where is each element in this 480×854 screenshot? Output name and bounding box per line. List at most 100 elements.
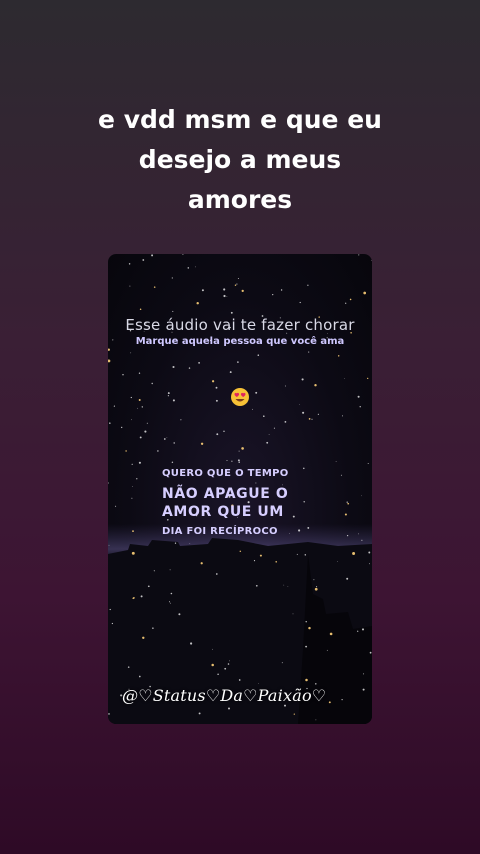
star <box>223 430 225 433</box>
star <box>275 561 277 563</box>
star <box>223 294 226 298</box>
star <box>215 573 218 575</box>
star <box>109 608 111 611</box>
star <box>308 351 310 353</box>
star <box>168 601 171 603</box>
star <box>188 367 191 369</box>
star <box>346 577 349 580</box>
shared-post-card[interactable]: Esse áudio vai te fazer chorar Marque aq… <box>108 254 372 724</box>
star <box>167 392 170 395</box>
star <box>358 254 360 256</box>
star <box>238 679 241 681</box>
star <box>315 719 317 721</box>
star <box>367 463 369 464</box>
caption-line-2: desejo a meus <box>138 145 342 174</box>
star <box>362 688 365 691</box>
star <box>237 459 240 462</box>
story-caption: e vdd msm e que eu desejo a meus amores <box>0 100 480 220</box>
star <box>273 427 275 429</box>
star <box>284 421 287 423</box>
star <box>173 442 175 444</box>
star <box>132 486 133 487</box>
caption-line-3: amores <box>187 185 293 214</box>
star <box>113 405 115 407</box>
star <box>238 450 240 452</box>
star <box>108 482 109 484</box>
star <box>226 459 228 462</box>
star <box>308 418 311 420</box>
star <box>326 649 328 651</box>
star <box>127 666 130 668</box>
star <box>147 585 150 588</box>
star <box>363 673 365 675</box>
star <box>133 597 135 599</box>
star <box>316 586 318 588</box>
star <box>259 554 262 557</box>
star <box>239 550 242 553</box>
star <box>141 406 143 408</box>
star <box>201 289 204 292</box>
star <box>109 422 111 424</box>
star <box>108 348 110 351</box>
star <box>236 283 238 285</box>
star <box>359 406 361 408</box>
star <box>215 386 218 389</box>
quote-line-1: QUERO QUE O TEMPO <box>162 468 289 479</box>
star <box>307 284 309 286</box>
star <box>268 434 270 435</box>
star <box>140 595 143 598</box>
star <box>368 551 371 554</box>
star <box>237 277 239 280</box>
quote-text: QUERO QUE O TEMPO NÃO APAGUE O AMOR QUE … <box>162 468 362 537</box>
star <box>166 436 168 438</box>
star <box>153 570 155 572</box>
star <box>369 563 370 565</box>
star <box>313 579 315 581</box>
star <box>196 301 199 305</box>
star <box>253 559 256 562</box>
star <box>211 380 215 383</box>
star <box>115 505 117 507</box>
star <box>172 365 175 369</box>
star <box>200 442 204 445</box>
star <box>328 701 331 704</box>
star <box>190 642 193 645</box>
star <box>172 310 174 312</box>
star <box>296 553 298 555</box>
star <box>198 712 201 715</box>
star <box>122 374 124 376</box>
star <box>369 651 372 654</box>
star <box>314 587 318 591</box>
star <box>194 266 196 268</box>
star <box>142 259 145 261</box>
star <box>139 436 142 439</box>
star <box>187 267 190 269</box>
star <box>200 562 203 565</box>
star <box>255 391 258 394</box>
quote-line-3: AMOR QUE UM <box>162 504 284 520</box>
post-subtitle: Marque aquela pessoa que você ama <box>135 336 345 347</box>
star <box>182 254 184 255</box>
star <box>108 359 111 363</box>
star <box>130 396 132 399</box>
star <box>121 426 123 429</box>
star <box>131 419 132 421</box>
star <box>172 399 175 402</box>
star <box>229 371 232 374</box>
star <box>317 413 320 415</box>
star <box>139 308 142 311</box>
star <box>283 584 285 586</box>
star <box>345 302 347 304</box>
star <box>174 542 177 544</box>
star <box>237 361 239 363</box>
star <box>305 621 307 623</box>
star <box>111 622 114 625</box>
star <box>136 478 138 480</box>
star <box>341 698 343 701</box>
star <box>138 399 141 401</box>
star <box>257 354 260 356</box>
star <box>337 561 338 562</box>
star <box>216 433 219 436</box>
star <box>180 419 182 421</box>
star <box>108 544 110 546</box>
